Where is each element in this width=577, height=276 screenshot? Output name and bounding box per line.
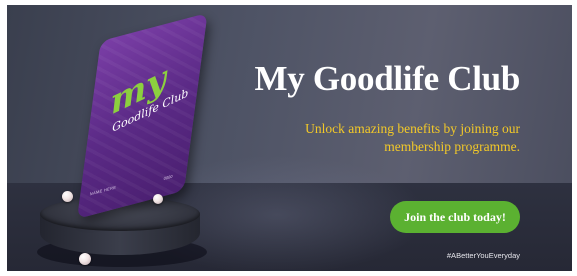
hashtag-text: #ABetterYouEveryday	[446, 251, 520, 260]
pearl-decoration	[79, 253, 91, 265]
banner-title: My Goodlife Club	[254, 59, 521, 98]
banner-subtitle: Unlock amazing benefits by joining our m…	[305, 121, 520, 154]
pearl-decoration	[62, 191, 73, 202]
join-club-button[interactable]: Join the club today!	[390, 201, 520, 233]
pearl-decoration	[153, 194, 163, 204]
membership-banner: my Goodlife Club NAME HERE 0000 My Goodl…	[7, 5, 572, 271]
